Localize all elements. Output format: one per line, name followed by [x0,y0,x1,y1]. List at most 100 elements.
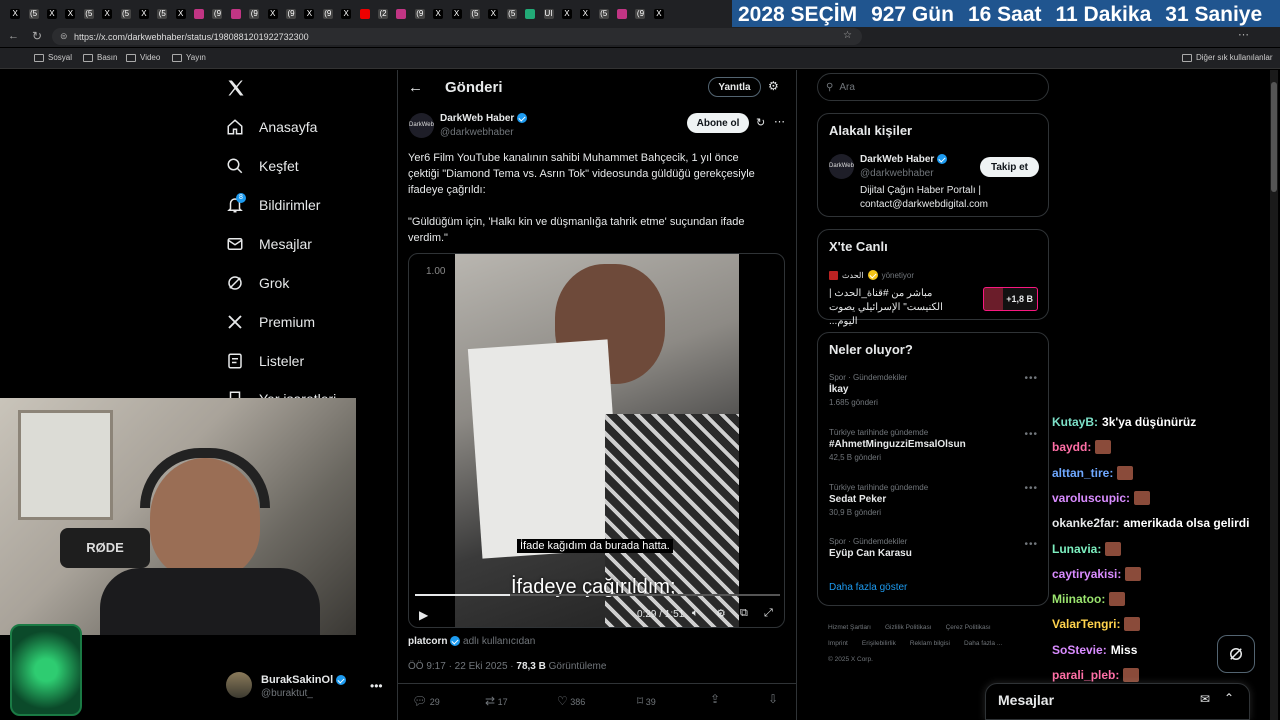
chat-username[interactable]: varoluscupic: [1052,491,1130,505]
playback-speed[interactable]: 1.00 [426,266,445,277]
browser-tab[interactable]: X [558,4,576,24]
browser-tab[interactable]: (5 [503,4,521,24]
nav-grok[interactable]: Grok [226,274,289,292]
browser-tab[interactable]: X [300,4,318,24]
reply-action[interactable]: 💬︎ 29 [412,694,440,708]
browser-tab[interactable]: X [484,4,502,24]
browser-tab[interactable]: X [172,4,190,24]
repost-action[interactable]: ⇄ 17 [485,694,508,708]
reload-icon[interactable]: ↻ [32,29,42,43]
account-more-icon[interactable]: ••• [370,679,383,693]
browser-tab[interactable]: (5 [80,4,98,24]
grok-floating-button[interactable] [1217,635,1255,673]
trend-item[interactable]: Türkiye tarihinde gündemde #AhmetMinguzz… [829,428,966,462]
browser-tab[interactable]: (5 [116,4,134,24]
footer-link[interactable]: Daha fazla ... [964,636,1002,652]
browser-tab[interactable]: X [135,4,153,24]
bookmark-basin[interactable]: Basın [83,53,117,62]
browser-tab[interactable]: X [6,4,24,24]
browser-tab[interactable] [190,4,208,24]
bookmark-sosyal[interactable]: Sosyal [34,53,72,62]
x-logo-icon[interactable] [226,78,246,98]
video-source[interactable]: platcorn adlı kullanıcıdan [408,636,535,647]
nav-home[interactable]: Anasayfa [226,118,317,136]
chat-username[interactable]: baydd: [1052,440,1091,454]
browser-tab[interactable] [521,4,539,24]
browser-tab[interactable]: X [263,4,281,24]
trend-more-icon[interactable]: ••• [1024,373,1038,384]
subscribe-button[interactable]: Abone ol [687,113,749,133]
nav-lists[interactable]: Listeler [226,352,304,370]
site-info-icon[interactable]: ⊜ [60,31,68,42]
browser-tab[interactable]: X [447,4,465,24]
browser-tab[interactable]: X [576,4,594,24]
chat-username[interactable]: alttan_tire: [1052,466,1113,480]
trend-more-icon[interactable]: ••• [1024,483,1038,494]
browser-menu-icon[interactable]: ⋯ [1238,28,1249,41]
chat-username[interactable]: ValarTengri: [1052,617,1120,631]
new-message-icon[interactable]: ✉ [1200,692,1210,706]
grok-icon[interactable]: ↻ [756,116,765,129]
search-input[interactable]: ⚲ Ara [817,73,1049,101]
chat-username[interactable]: caytiryakisi: [1052,567,1121,581]
browser-tab[interactable]: (9 [411,4,429,24]
browser-tab[interactable] [355,4,373,24]
expand-up-icon[interactable]: ⌃ [1224,691,1234,705]
show-more-link[interactable]: Daha fazla göster [829,582,907,593]
author-handle[interactable]: @darkwebhaber [440,127,514,138]
trend-item[interactable]: Türkiye tarihinde gündemde Sedat Peker 3… [829,483,928,517]
follow-button[interactable]: Takip et [980,157,1039,177]
footer-link[interactable]: Erişilebilirlik [862,636,896,652]
chat-username[interactable]: Lunavia: [1052,542,1101,556]
avatar[interactable] [226,672,252,698]
browser-tab[interactable] [613,4,631,24]
page-scrollbar[interactable] [1270,70,1278,720]
nav-messages[interactable]: Mesajlar [226,235,312,253]
video-player[interactable]: 1.00 İfade kağıdım da burada hatta. İfad… [408,253,785,628]
browser-tab[interactable]: (5 [466,4,484,24]
video-settings-icon[interactable]: ⚙ [716,607,726,620]
share-icon[interactable]: ⇪ [710,692,720,706]
trend-item[interactable]: Spor · Gündemdekiler İkay 1.685 gönderi [829,373,907,407]
more-options-icon[interactable]: ⋯ [774,115,785,128]
messages-drawer[interactable]: Mesajlar ✉ ⌃ [985,683,1250,720]
related-handle[interactable]: @darkwebhaber [860,168,934,179]
browser-tab[interactable]: (2 [374,4,392,24]
browser-tab[interactable]: X [337,4,355,24]
reply-button[interactable]: Yanıtla [708,77,761,97]
browser-tab[interactable]: X [650,4,668,24]
like-action[interactable]: ♡ 386 [557,694,585,708]
back-arrow-icon[interactable]: ← [8,30,19,42]
settings-sliders-icon[interactable]: ⚙ [768,79,779,93]
avatar[interactable]: DarkWeb [409,113,434,138]
browser-tab[interactable]: (5 [24,4,42,24]
nav-notifications[interactable]: 8 Bildirimler [226,193,320,214]
browser-tab[interactable]: X [429,4,447,24]
bookmark-video[interactable]: Video [126,53,160,62]
bookmark-yayin[interactable]: Yayın [172,53,206,62]
browser-tab[interactable]: (5 [153,4,171,24]
browser-tab[interactable]: UI [539,4,557,24]
footer-link[interactable]: Reklam bilgisi [910,636,950,652]
live-listeners-badge[interactable]: +1,8 B [983,287,1038,311]
live-text[interactable]: مباشر من #قناة_الحدث | الكنيست" الإسرائي… [829,287,974,329]
trend-more-icon[interactable]: ••• [1024,429,1038,440]
bookmark-other[interactable]: Diğer sık kullanılanlar [1182,53,1272,62]
video-progress-track[interactable] [415,594,780,596]
bookmark-action[interactable]: ⌑ 39 [637,694,656,708]
browser-tab[interactable]: X [43,4,61,24]
chat-username[interactable]: okanke2far: [1052,516,1119,530]
avatar[interactable]: DarkWeb [829,154,854,179]
favorite-star-icon[interactable]: ☆ [843,30,852,41]
live-host[interactable]: الحدث yönetiyor [829,270,914,280]
browser-tab[interactable]: X [98,4,116,24]
pip-icon[interactable]: ⧉ [740,607,748,620]
trend-item[interactable]: Spor · Gündemdekiler Eyüp Can Karasu [829,537,912,559]
play-icon[interactable]: ▶ [419,608,428,622]
fullscreen-icon[interactable]: ⤢ [764,607,773,620]
browser-tab[interactable]: (9 [208,4,226,24]
browser-tab[interactable] [392,4,410,24]
footer-link[interactable]: Gizlilik Politikası [885,620,932,636]
related-name[interactable]: DarkWeb Haber [860,154,948,165]
footer-link[interactable]: Hizmet Şartları [828,620,871,636]
